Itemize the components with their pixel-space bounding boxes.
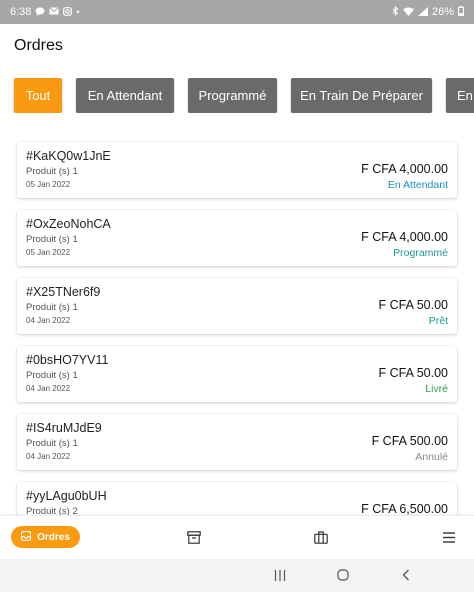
order-card[interactable]: #IS4ruMJdE9 Produit (s) 1 04 Jan 2022 F … (17, 414, 457, 470)
system-nav-bar (0, 559, 474, 592)
order-id: #X25TNer6f9 (26, 285, 101, 299)
battery-percent: 26% (431, 6, 454, 18)
order-status: Livré (425, 383, 448, 395)
order-date: 04 Jan 2022 (26, 316, 71, 325)
order-amount: F CFA 50.00 (378, 298, 448, 312)
dot-icon: • (76, 6, 80, 17)
tab-pending[interactable]: En Attendant (76, 78, 174, 113)
status-bar: 6:38 • 26% (0, 0, 474, 24)
page-title: Ordres (14, 37, 63, 54)
mail-icon (49, 7, 60, 17)
orders-list: #KaKQ0w1JnE Produit (s) 1 05 Jan 2022 F … (0, 140, 474, 515)
order-amount: F CFA 500.00 (371, 434, 448, 448)
order-product-count: Produit (s) 1 (26, 438, 78, 449)
order-amount: F CFA 50.00 (378, 366, 448, 380)
order-id: #IS4ruMJdE9 (26, 421, 102, 435)
tab-preparing[interactable]: En Train De Préparer (291, 78, 432, 113)
order-product-count: Produit (s) 1 (26, 370, 78, 381)
order-amount: F CFA 4,000.00 (361, 230, 448, 244)
archive-icon[interactable] (185, 528, 203, 546)
home-icon[interactable] (335, 567, 351, 583)
order-id: #OxZeoNohCA (26, 217, 111, 231)
order-amount: F CFA 6,500.00 (361, 502, 448, 515)
order-product-count: Produit (s) 1 (26, 166, 78, 177)
order-status: Programmé (393, 247, 448, 259)
instagram-icon (63, 6, 73, 18)
order-date: 04 Jan 2022 (26, 384, 71, 393)
status-filter-tabs: Tout En Attendant Programmé En Train De … (0, 78, 474, 113)
wifi-icon (402, 7, 414, 18)
order-product-count: Produit (s) 1 (26, 234, 78, 245)
status-time: 6:38 (10, 6, 32, 18)
chat-icon (35, 6, 45, 18)
order-product-count: Produit (s) 2 (26, 506, 78, 515)
order-date: 04 Jan 2022 (26, 452, 71, 461)
bluetooth-icon (392, 5, 399, 18)
tab-all[interactable]: Tout (14, 78, 62, 113)
order-id: #KaKQ0w1JnE (26, 149, 111, 163)
order-product-count: Produit (s) 1 (26, 302, 78, 313)
menu-icon[interactable] (440, 528, 458, 546)
order-card[interactable]: #0bsHO7YV11 Produit (s) 1 04 Jan 2022 F … (17, 346, 457, 402)
bottom-nav: Ordres (0, 515, 474, 560)
briefcase-icon[interactable] (312, 528, 330, 546)
nav-orders-label: Ordres (37, 531, 70, 543)
tab-next[interactable]: En (446, 78, 474, 113)
order-status: Prêt (428, 315, 448, 327)
order-date: 05 Jan 2022 (26, 180, 71, 189)
order-status: Annulé (415, 451, 448, 463)
back-icon[interactable] (398, 567, 414, 583)
order-card[interactable]: #OxZeoNohCA Produit (s) 1 05 Jan 2022 F … (17, 210, 457, 266)
nav-orders-button[interactable]: Ordres (11, 526, 80, 548)
order-date: 05 Jan 2022 (26, 248, 71, 257)
order-id: #0bsHO7YV11 (26, 353, 109, 367)
order-card[interactable]: #KaKQ0w1JnE Produit (s) 1 05 Jan 2022 F … (17, 142, 457, 198)
order-status: En Attendant (387, 179, 448, 191)
order-amount: F CFA 4,000.00 (361, 162, 448, 176)
signal-icon (417, 6, 428, 18)
tab-scheduled[interactable]: Programmé (188, 78, 277, 113)
recent-apps-icon[interactable] (272, 567, 288, 583)
order-card[interactable]: #X25TNer6f9 Produit (s) 1 04 Jan 2022 F … (17, 278, 457, 334)
order-id: #yyLAgu0bUH (26, 489, 107, 503)
battery-icon (458, 6, 464, 18)
inbox-icon (21, 530, 32, 544)
order-card[interactable]: #yyLAgu0bUH Produit (s) 2 F CFA 6,500.00 (17, 482, 457, 515)
